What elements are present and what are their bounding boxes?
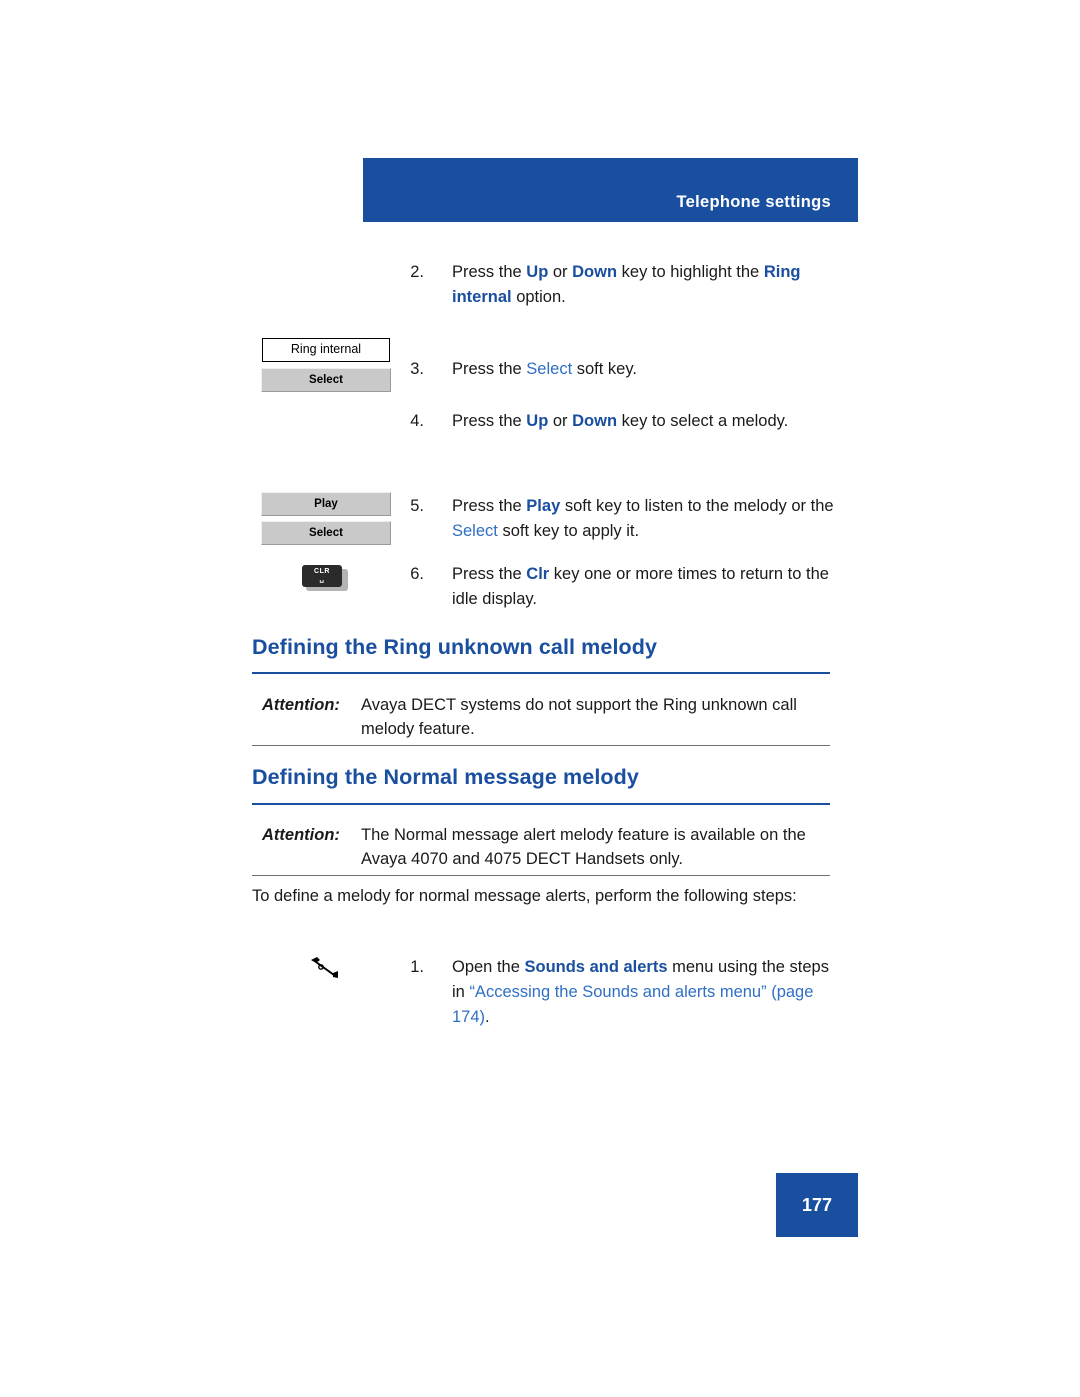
step-2-frag-2: or (548, 263, 573, 281)
step-2-frag-3: key to highlight the (617, 263, 764, 281)
step-5-frag-1: Press the (452, 497, 527, 515)
page-number-box: 177 (776, 1173, 858, 1237)
softkey-play: Play (261, 492, 391, 516)
clr-key-graphic: CLR ␣ (302, 565, 348, 591)
intro-paragraph: To define a melody for normal message al… (252, 887, 797, 905)
step-5-frag-3: soft key to apply it. (497, 522, 640, 540)
step-5: 5. Press the Play soft key to listen to … (396, 494, 836, 544)
step-5-text: Press the Play soft key to listen to the… (452, 494, 836, 544)
attention-rule-2 (252, 875, 830, 876)
step-2-key-down: Down (572, 263, 618, 281)
step-3-frag-1: Press the (452, 360, 527, 378)
heading-rule-1 (252, 672, 830, 674)
step-3: 3. Press the Select soft key. (396, 357, 826, 382)
step-2-frag-4: option. (511, 288, 566, 306)
step-2-number: 2. (410, 263, 424, 281)
heading-rule-2 (252, 803, 830, 805)
step-1-sounds-alerts: 1. Open the Sounds and alerts menu using… (396, 955, 846, 1030)
step-2: 2. Press the Up or Down key to highlight… (396, 260, 826, 310)
step-4-frag-2: or (548, 412, 573, 430)
attention-text-1: Avaya DECT systems do not support the Ri… (361, 696, 797, 738)
attention-label-2: Attention: (262, 826, 340, 844)
step-1-menu-sounds-and-alerts: Sounds and alerts (524, 958, 668, 976)
step-5-number: 5. (410, 497, 424, 515)
step-2-frag-1: Press the (452, 263, 527, 281)
step-2-key-up: Up (526, 263, 549, 281)
attention-text-2: The Normal message alert melody feature … (361, 826, 806, 868)
attention-ring-unknown: Attention: Avaya DECT systems do not sup… (262, 693, 832, 741)
page-header-band: Telephone settings (363, 158, 858, 222)
attention-label-1: Attention: (262, 696, 340, 714)
step-1-frag-1: Open the (452, 958, 525, 976)
heading-normal-message-melody: Defining the Normal message melody (252, 765, 639, 789)
attention-normal-message: Attention: The Normal message alert melo… (262, 823, 832, 871)
step-4: 4. Press the Up or Down key to select a … (396, 409, 836, 434)
clr-key-label-bottom: ␣ (319, 576, 325, 583)
step-6-frag-1: Press the (452, 565, 527, 583)
softkey-select-1: Select (261, 368, 391, 392)
softkey-select-2: Select (261, 521, 391, 545)
step-3-key-select: Select (526, 360, 573, 378)
step-6-text: Press the Clr key one or more times to r… (452, 562, 846, 612)
step-6-key-clr: Clr (526, 565, 550, 583)
step-1-frag-4: . (485, 1008, 490, 1026)
step-3-frag-2: soft key. (572, 360, 637, 378)
step-1-text: Open the Sounds and alerts menu using th… (452, 955, 846, 1030)
step-6: 6. Press the Clr key one or more times t… (396, 562, 846, 612)
step-5-frag-2: soft key to listen to the melody or the (560, 497, 834, 515)
clr-key-cap: CLR ␣ (302, 565, 342, 587)
wrench-icon (307, 955, 341, 981)
page-header-title: Telephone settings (676, 193, 831, 211)
step-4-text: Press the Up or Down key to select a mel… (452, 409, 836, 434)
step-3-text: Press the Select soft key. (452, 357, 826, 382)
step-6-number: 6. (410, 565, 424, 583)
clr-key-label-top: CLR (314, 568, 330, 575)
heading-ring-unknown-call-melody: Defining the Ring unknown call melody (252, 635, 658, 659)
attention-rule-1 (252, 745, 830, 746)
step-4-number: 4. (410, 412, 424, 430)
step-1-number: 1. (410, 958, 424, 976)
step-4-key-down: Down (572, 412, 618, 430)
step-3-number: 3. (410, 360, 424, 378)
cross-reference-link[interactable]: “Accessing the Sounds and alerts menu” (469, 983, 766, 1001)
step-4-frag-1: Press the (452, 412, 527, 430)
step-4-frag-3: key to select a melody. (617, 412, 789, 430)
step-5-key-play: Play (526, 497, 561, 515)
step-2-text: Press the Up or Down key to highlight th… (452, 260, 826, 310)
step-5-key-select: Select (452, 522, 498, 540)
lcd-ring-internal: Ring internal (262, 338, 390, 362)
step-4-key-up: Up (526, 412, 549, 430)
